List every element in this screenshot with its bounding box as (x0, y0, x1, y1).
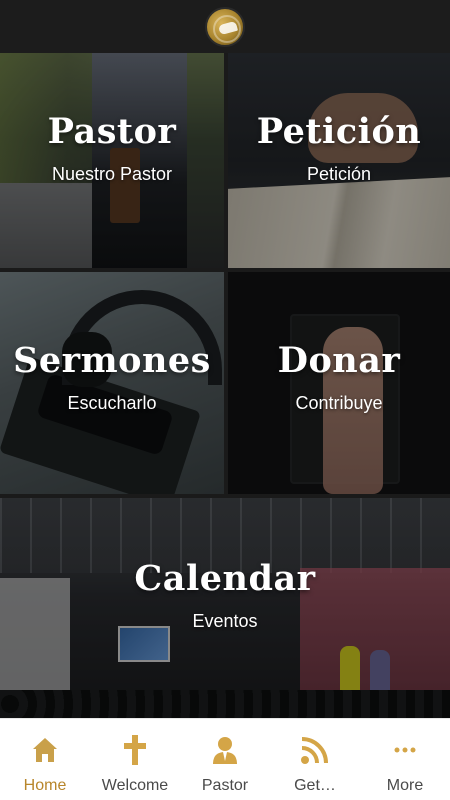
church-logo-icon (205, 6, 245, 47)
tile-pastor[interactable]: Pastor Nuestro Pastor (0, 53, 224, 268)
tile-subtitle: Escucharlo (67, 393, 157, 413)
tab-get[interactable]: Get… (270, 719, 360, 800)
tab-more[interactable]: More (360, 719, 450, 800)
tile-calendar[interactable]: Calendar Eventos (0, 498, 450, 718)
top-bar (0, 0, 450, 53)
tile-subtitle: Nuestro Pastor (51, 164, 173, 184)
bottom-tab-bar: Home Welcome Pastor Get… More (0, 718, 450, 800)
tile-title: Petición (256, 111, 422, 152)
tile-title: Calendar (134, 558, 316, 599)
tab-home[interactable]: Home (0, 719, 90, 800)
cross-icon (118, 733, 152, 767)
person-icon (208, 733, 242, 767)
tab-label: More (386, 777, 424, 794)
tab-label: Get… (294, 777, 336, 794)
tile-peticion[interactable]: Petición Petición (228, 53, 450, 268)
tile-title: Donar (277, 340, 401, 381)
tile-subtitle: Contribuye (295, 393, 383, 413)
tab-pastor[interactable]: Pastor (180, 719, 270, 800)
tab-label: Welcome (101, 777, 169, 794)
tile-subtitle: Petición (306, 164, 372, 184)
tile-sermones[interactable]: Sermones Escucharlo (0, 272, 224, 494)
tab-label: Home (23, 777, 67, 794)
more-dots-icon (388, 733, 422, 767)
home-icon (28, 733, 62, 767)
rss-feed-icon (298, 733, 332, 767)
tile-donar[interactable]: Donar Contribuye (228, 272, 450, 494)
tab-label: Pastor (201, 777, 249, 794)
tile-title: Sermones (13, 340, 211, 381)
tab-welcome[interactable]: Welcome (90, 719, 180, 800)
tile-subtitle: Eventos (192, 611, 258, 631)
tile-title: Pastor (47, 111, 177, 152)
